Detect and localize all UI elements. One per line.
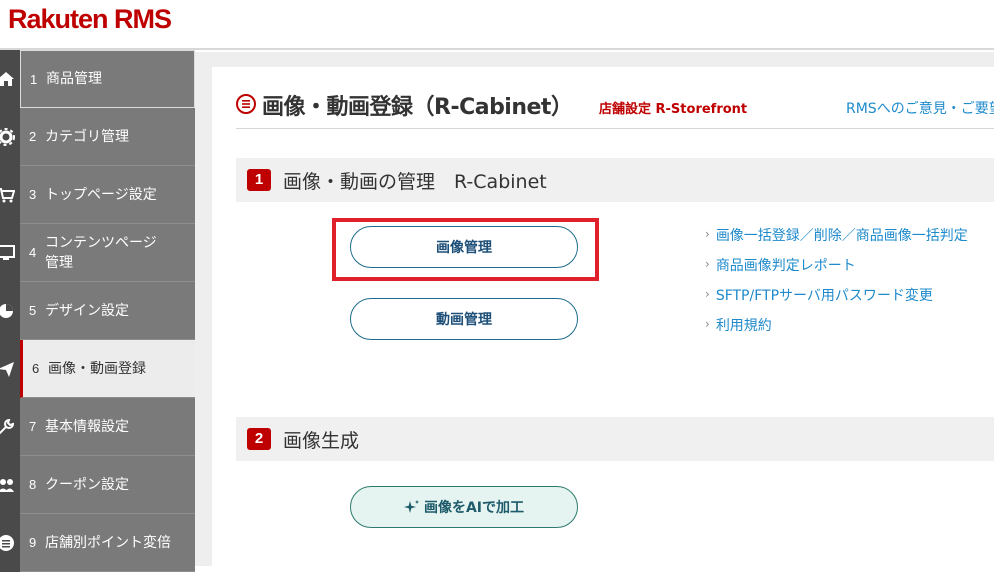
sidebar-item-number: 1	[30, 71, 38, 87]
sidebar-item-number: 4	[29, 245, 37, 260]
link-label: SFTP/FTPサーバ用パスワード変更	[715, 288, 933, 304]
sidebar-item-label: 店舗別ポイント変倍	[45, 534, 171, 551]
link-label: 利用規約	[715, 318, 772, 334]
users-icon	[0, 456, 20, 514]
sparkle-icon	[403, 500, 419, 513]
tools-icon	[0, 398, 20, 456]
sidebar: 1 商品管理 2 カテゴリ管理 3 トップページ設定 4 コンテンツページ 管理 5 デザイ…	[0, 50, 195, 572]
sidebar-item-label: クーポン設定	[45, 476, 129, 493]
sidebar-item-content-pages[interactable]: 4 コンテンツページ 管理	[0, 224, 195, 282]
chevron-right-icon: ›	[705, 287, 710, 301]
monitor-icon	[0, 224, 20, 282]
sidebar-item-number: 2	[29, 129, 37, 144]
home-icon	[0, 50, 20, 108]
link-label: 商品画像判定レポート	[715, 258, 856, 274]
sidebar-item-top-page[interactable]: 3 トップページ設定	[0, 166, 195, 224]
sidebar-item-number: 9	[29, 535, 37, 550]
ai-image-edit-label: 画像をAIで加工	[423, 500, 525, 516]
sidebar-item-label-line2: 管理	[45, 254, 73, 271]
image-judgment-report-link[interactable]: › 商品画像判定レポート	[705, 255, 968, 285]
page-title: 画像・動画登録（R-Cabinet）	[262, 95, 573, 120]
sidebar-item-label: カテゴリ管理	[45, 128, 129, 145]
related-links: › 画像一括登録／削除／商品画像一括判定 › 商品画像判定レポート › SFTP/FT…	[705, 225, 968, 345]
store-settings-link[interactable]: 店舗設定 R-Storefront	[599, 98, 747, 117]
sidebar-item-image-video[interactable]: 6 画像・動画登録	[0, 340, 195, 398]
main-content: 画像・動画登録（R-Cabinet） 店舗設定 R-Storefront RMS…	[212, 67, 994, 566]
ai-image-edit-button[interactable]: 画像をAIで加工	[350, 486, 578, 528]
video-management-button[interactable]: 動画管理	[350, 298, 578, 340]
sidebar-item-label: デザイン設定	[45, 302, 129, 319]
paper-plane-icon	[0, 340, 20, 398]
highlight-annotation-box	[332, 218, 599, 281]
sidebar-item-number: 6	[32, 361, 40, 376]
sidebar-item-number: 3	[29, 187, 37, 202]
sidebar-item-categories[interactable]: 2 カテゴリ管理	[0, 108, 195, 166]
sidebar-item-label: 基本情報設定	[45, 418, 129, 435]
sidebar-item-points[interactable]: 9 店舗別ポイント変倍	[0, 514, 195, 572]
page-title-row: 画像・動画登録（R-Cabinet） 店舗設定 R-Storefront RMS…	[236, 89, 994, 129]
sidebar-item-label: 商品管理	[46, 71, 102, 87]
list-circle-icon	[236, 94, 256, 114]
pie-chart-icon	[0, 282, 20, 340]
sidebar-item-design[interactable]: 5 デザイン設定	[0, 282, 195, 340]
sftp-password-change-link[interactable]: › SFTP/FTPサーバ用パスワード変更	[705, 285, 968, 315]
sidebar-item-number: 7	[29, 419, 37, 434]
sidebar-item-label: トップページ設定	[45, 186, 157, 203]
sidebar-item-products[interactable]: 1 商品管理	[0, 50, 195, 108]
terms-of-use-link[interactable]: › 利用規約	[705, 315, 968, 345]
gear-icon	[0, 108, 20, 166]
cart-icon	[0, 166, 20, 224]
app-header: Rakuten RMS	[0, 0, 994, 50]
section-header-image-video: 1 画像・動画の管理 R-Cabinet	[236, 158, 994, 202]
sidebar-item-coupons[interactable]: 8 クーポン設定	[0, 456, 195, 514]
section-number-badge: 2	[247, 428, 271, 450]
chevron-right-icon: ›	[705, 257, 710, 271]
section-title: 画像・動画の管理 R-Cabinet	[283, 171, 547, 193]
feedback-link[interactable]: RMSへのご意見・ご要望	[846, 98, 994, 118]
section-title: 画像生成	[283, 430, 360, 452]
link-label: 画像一括登録／削除／商品画像一括判定	[715, 228, 968, 244]
section-number-badge: 1	[247, 169, 271, 191]
sidebar-item-label-line1: コンテンツページ	[45, 234, 157, 251]
section-header-image-generation: 2 画像生成	[236, 417, 994, 461]
sidebar-item-number: 8	[29, 477, 37, 492]
sidebar-item-basic-info[interactable]: 7 基本情報設定	[0, 398, 195, 456]
sidebar-item-number: 5	[29, 303, 37, 318]
chevron-right-icon: ›	[705, 317, 710, 331]
list-icon	[0, 514, 20, 572]
rakuten-rms-logo[interactable]: Rakuten RMS	[8, 4, 172, 35]
chevron-right-icon: ›	[705, 227, 710, 241]
bulk-image-register-link[interactable]: › 画像一括登録／削除／商品画像一括判定	[705, 225, 968, 255]
sidebar-item-label: コンテンツページ 管理	[45, 233, 157, 273]
sidebar-item-label: 画像・動画登録	[48, 360, 146, 377]
